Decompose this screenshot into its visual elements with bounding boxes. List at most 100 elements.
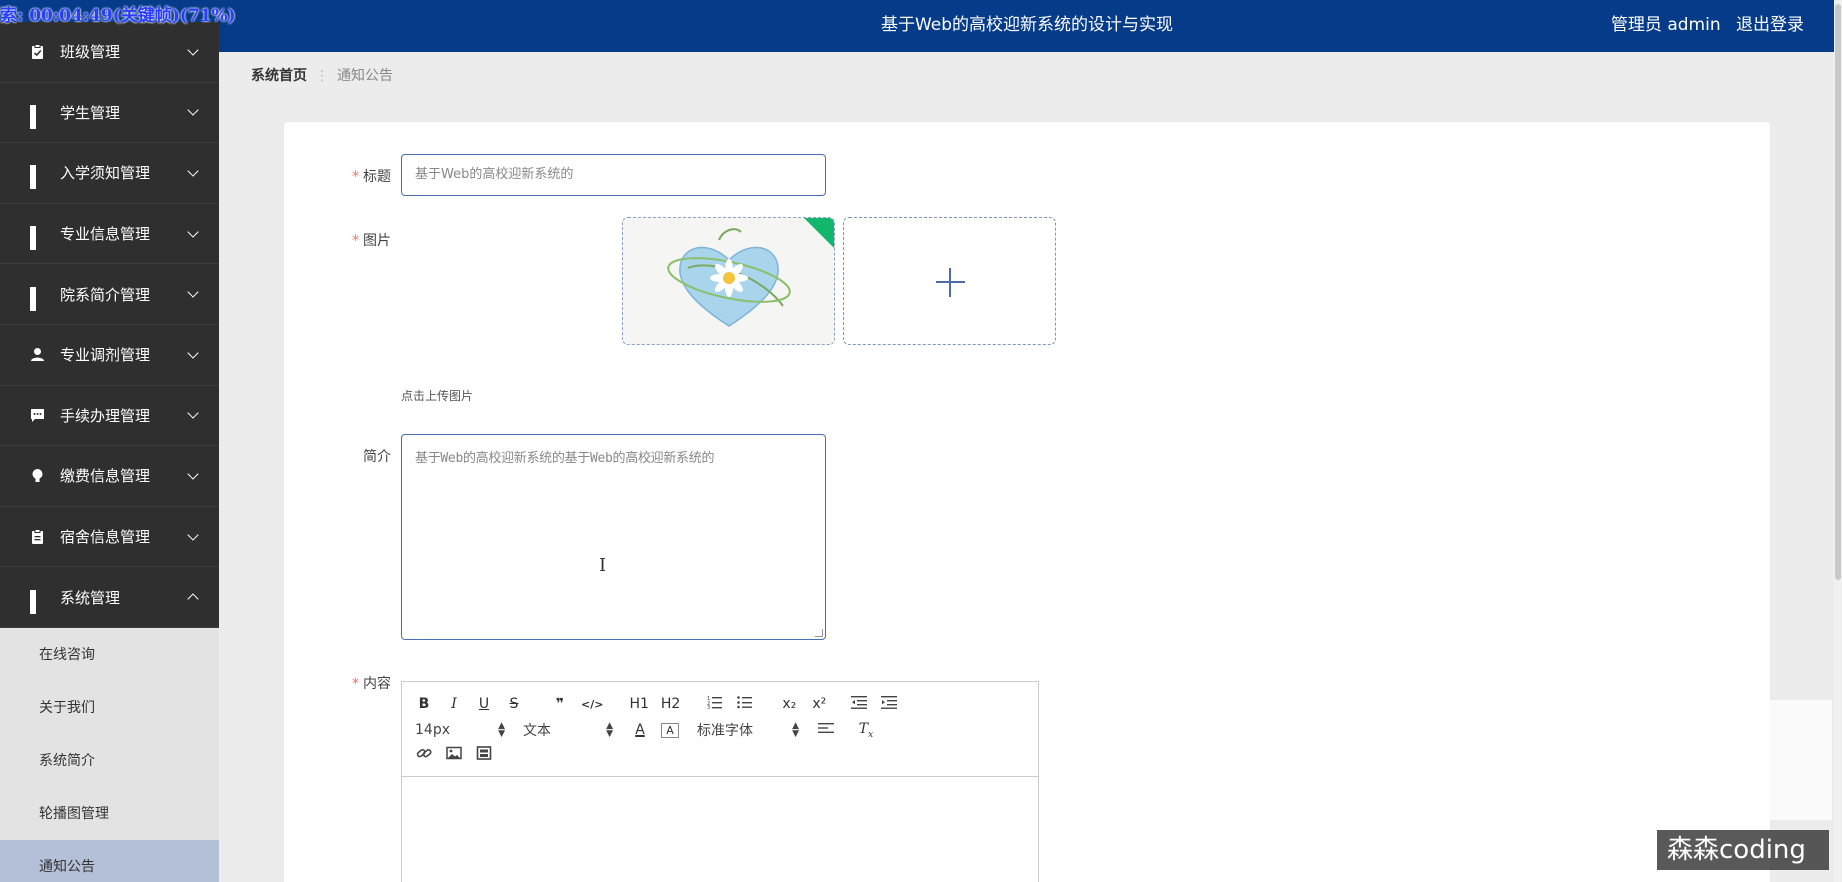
italic-button[interactable]: I [445,696,463,712]
chevron-down-icon [187,468,199,480]
text-type-select[interactable]: 文本 ▲ ▼ [523,720,613,740]
title-label: * 标题 [352,169,391,185]
sidebar-item-label: 缴费信息管理 [60,467,151,486]
grid-icon [30,226,45,251]
sidebar-item-label: 入学须知管理 [60,164,151,183]
submenu-item-about-us[interactable]: 关于我们 [0,681,219,734]
bold-button[interactable]: B [415,696,433,712]
font-color-icon[interactable]: A [631,722,649,738]
chat-icon [30,408,45,423]
toolbar-row-2: 14px ▲ ▼ 文本 ▲ ▼ A A 标准字体 ▲ ▼ Tx [415,720,887,740]
strike-button[interactable]: S [505,696,523,712]
svg-text:3: 3 [707,705,710,709]
scrollbar-thumb[interactable] [1835,4,1841,580]
sidebar-item-label: 专业调剂管理 [60,346,151,365]
sidebar-item-student[interactable]: 学生管理 [0,83,219,144]
font-family-select[interactable]: 标准字体 ▲ ▼ [697,720,799,740]
video-time-overlay: 索: 00:04:49(关键帧)(71%) [0,6,236,26]
submenu-item-carousel[interactable]: 轮播图管理 [0,787,219,840]
underline-button[interactable]: U [475,696,493,712]
grid-icon [30,165,45,190]
system-submenu: 在线咨询 关于我们 系统简介 轮播图管理 通知公告 [0,627,219,882]
align-icon[interactable] [817,721,835,739]
outdent-icon[interactable] [850,695,868,713]
grid-icon [30,589,45,614]
intro-text: 基于Web的高校迎新系统的基于Web的高校迎新系统的 [415,451,715,466]
chevron-down-icon [187,165,199,177]
editor-content-area[interactable] [402,777,1038,882]
sidebar-item-label: 专业信息管理 [60,225,151,244]
ordered-list-icon[interactable]: 123 [706,695,724,713]
sidebar-item-label: 宿舍信息管理 [60,528,151,547]
grid-icon [30,286,45,311]
image-icon[interactable] [445,746,463,764]
chevron-down-icon [187,347,199,359]
title-input[interactable]: 基于Web的高校迎新系统的 [401,154,826,196]
sidebar-item-department[interactable]: 院系简介管理 [0,264,219,325]
app-root: { "overlay": { "time_text": "索: 00:04:49… [0,0,1842,882]
submenu-item-notice[interactable]: 通知公告 [0,839,219,882]
sidebar-item-enrollment-notice[interactable]: 入学须知管理 [0,143,219,204]
breadcrumb-current: 通知公告 [337,68,393,84]
breadcrumb-separator: ⋮ [315,68,329,84]
image-label: * 图片 [352,233,391,249]
bulb-icon [30,468,45,483]
chevron-down-icon [187,407,199,420]
uploaded-image-thumbnail[interactable] [622,217,835,345]
header2-button[interactable]: H2 [661,696,680,712]
sidebar-item-label: 学生管理 [60,103,121,122]
chevron-down-icon [187,44,199,56]
header1-button[interactable]: H1 [629,696,648,712]
sidebar-item-dormitory[interactable]: 宿舍信息管理 [0,507,219,568]
font-size-select[interactable]: 14px ▲ ▼ [415,722,505,739]
sidebar-item-label: 院系简介管理 [60,285,151,304]
intro-textarea[interactable]: 基于Web的高校迎新系统的基于Web的高校迎新系统的 [401,434,826,640]
subscript-button[interactable]: x₂ [780,696,798,712]
sidebar-item-major-transfer[interactable]: 专业调剂管理 [0,325,219,386]
bullet-list-icon[interactable] [736,695,754,713]
submenu-item-online-consult[interactable]: 在线咨询 [0,628,219,681]
sidebar-item-major-info[interactable]: 专业信息管理 [0,204,219,265]
user-area: 管理员 admin 退出登录 [1601,10,1804,35]
sidebar-item-label: 班级管理 [60,43,121,62]
submenu-item-system-intro[interactable]: 系统简介 [0,734,219,787]
chevron-down-icon [187,528,199,541]
blockquote-icon[interactable]: ❞ [551,696,569,712]
system-title: 基于Web的高校迎新系统的设计与实现 [880,15,1174,35]
admin-label: 管理员 admin [1610,15,1721,35]
content-label: * 内容 [352,676,391,692]
toolbar-row-3 [415,745,505,765]
image-upload-button[interactable] [843,217,1056,345]
video-icon[interactable] [475,746,493,764]
superscript-button[interactable]: x² [810,696,828,712]
chevron-up-icon [187,593,199,605]
chevron-down-icon [187,104,199,117]
clipboard-check-icon [30,44,45,60]
upload-success-corner [803,218,834,249]
sidebar-item-system[interactable]: 系统管理 [0,567,219,628]
sidebar-item-label: 手续办理管理 [60,406,151,425]
page-scrollbar[interactable] [1834,0,1842,882]
text-cursor-icon: I [599,555,607,576]
logout-link[interactable]: 退出登录 [1736,15,1804,35]
sidebar-item-procedure[interactable]: 手续办理管理 [0,386,219,447]
breadcrumb: 系统首页 ⋮ 通知公告 [251,65,393,85]
grid-icon [30,104,45,129]
clear-format-icon[interactable]: Tx [857,721,875,740]
upload-tip: 点击上传图片 [401,389,474,403]
resize-handle-icon[interactable] [815,629,823,637]
chevron-down-icon [187,225,199,238]
watermark: 森森coding [1657,830,1829,870]
link-icon[interactable] [415,746,433,764]
sidebar-item-payment[interactable]: 缴费信息管理 [0,446,219,507]
sidebar-item-class[interactable]: 班级管理 [0,22,219,83]
breadcrumb-home[interactable]: 系统首页 [251,68,307,84]
intro-label: 简介 [363,449,391,465]
indent-icon[interactable] [880,695,898,713]
top-header: 基于Web的高校迎新系统的设计与实现 管理员 admin 退出登录 [0,0,1834,52]
background-color-icon[interactable]: A [661,722,679,738]
code-block-icon[interactable]: </> [581,698,603,711]
user-icon [30,347,45,362]
rich-text-editor[interactable]: B I U S ❞ </> H1 H2 123 x₂ x² 14px ▲ ▼ 文… [401,681,1039,882]
chevron-down-icon [187,286,199,298]
